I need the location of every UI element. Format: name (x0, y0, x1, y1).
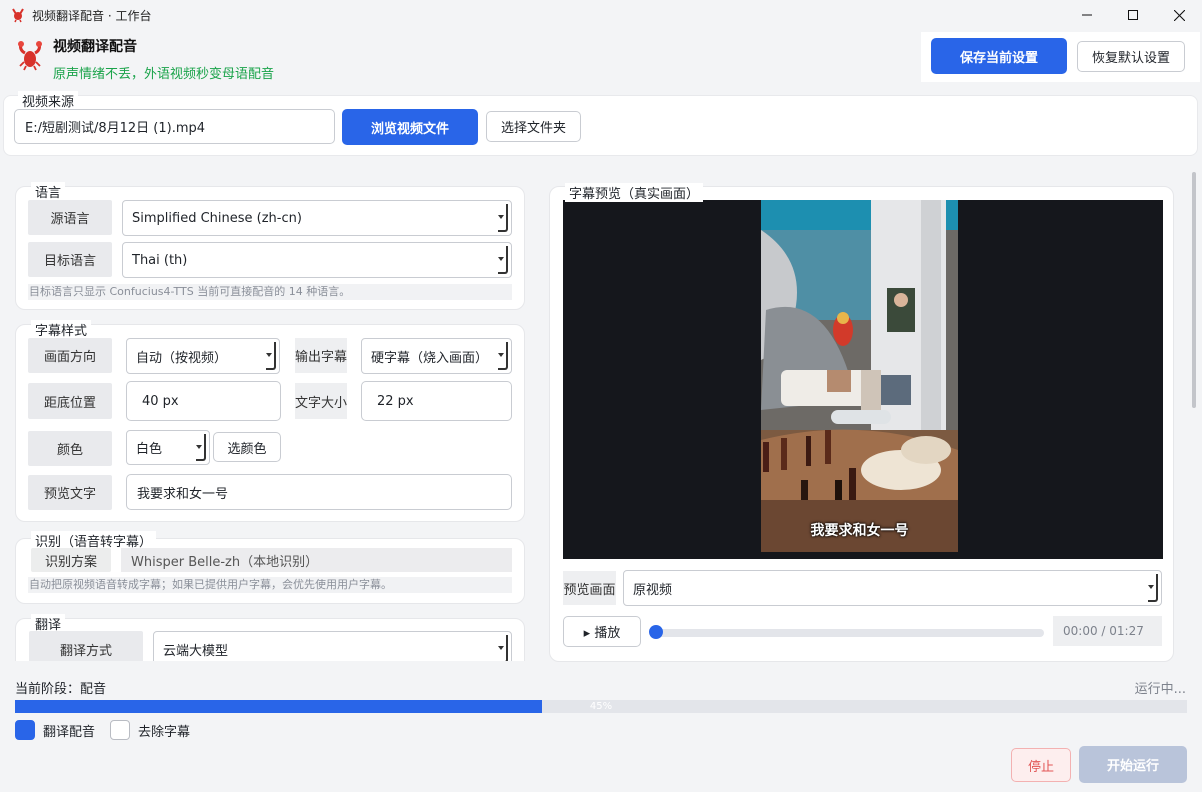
minimize-button[interactable] (1064, 0, 1110, 30)
progress-bar: 45% (15, 700, 1187, 713)
seek-thumb[interactable] (649, 625, 663, 639)
language-hint: 目标语言只显示 Confucius4-TTS 当前可直接配音的 14 种语言。 (28, 284, 512, 300)
output-subtitle-label: 输出字幕 (295, 338, 347, 373)
video-path-input[interactable]: E:/短剧测试/8月12日 (1).mp4 (14, 109, 335, 144)
translation-mode-select[interactable]: 云端大模型 (153, 631, 512, 661)
video-source-card: 视频来源 E:/短剧测试/8月12日 (1).mp4 浏览视频文件 选择文件夹 (3, 91, 1198, 156)
checkbox-unchecked-icon (110, 720, 130, 740)
chevron-down-icon (266, 342, 276, 370)
browse-video-button[interactable]: 浏览视频文件 (342, 109, 478, 145)
checkbox-checked-icon (15, 720, 35, 740)
lobster-app-icon (12, 8, 24, 23)
video-frame-image: 我要求和女一号 (761, 200, 958, 552)
source-language-label: 源语言 (28, 200, 112, 235)
close-icon (1173, 9, 1185, 21)
subtitle-preview-title: 字幕预览（真实画面） (565, 183, 704, 202)
subtitle-overlay-text: 我要求和女一号 (810, 523, 909, 539)
app-header: 视频翻译配音 原声情绪不丢，外语视频秒变母语配音 保存当前设置 恢复默认设置 (0, 30, 1202, 86)
source-language-value: Simplified Chinese (zh-cn) (132, 210, 302, 226)
run-status: 运行中... (1134, 682, 1186, 697)
chevron-down-icon (498, 246, 508, 274)
seek-track[interactable] (652, 629, 1044, 637)
choose-folder-button[interactable]: 选择文件夹 (486, 111, 581, 142)
reset-defaults-button[interactable]: 恢复默认设置 (1077, 41, 1185, 72)
start-run-button[interactable]: 开始运行 (1079, 746, 1187, 783)
dub-checkbox-label: 翻译配音 (43, 724, 96, 740)
subtitle-preview-card: 我要求和女一号 预览画面 原视频 ▸ 播放 00:00 / 01:27 (549, 186, 1174, 662)
output-subtitle-select[interactable]: 硬字幕（烧入画面） (361, 338, 512, 374)
chevron-down-icon (498, 342, 508, 370)
subtitle-style-title: 字幕样式 (31, 320, 92, 339)
current-stage: 当前阶段：配音 (15, 682, 107, 697)
color-select[interactable]: 白色 (126, 430, 210, 465)
vertical-scrollbar[interactable] (1192, 172, 1196, 408)
translation-mode-label: 翻译方式 (29, 631, 143, 661)
stop-button[interactable]: 停止 (1011, 748, 1071, 782)
header-actions: 保存当前设置 恢复默认设置 (921, 32, 1200, 82)
subtitle-style-card: 字幕样式 画面方向 自动（按视频） 输出字幕 硬字幕（烧入画面） 距底位置 40… (15, 320, 525, 522)
target-language-select[interactable]: Thai (th) (122, 242, 512, 278)
close-button[interactable] (1156, 0, 1202, 30)
target-language-value: Thai (th) (132, 252, 188, 268)
preview-screen-select[interactable]: 原视频 (623, 570, 1162, 606)
language-title: 语言 (31, 182, 66, 201)
playback-time: 00:00 / 01:27 (1053, 616, 1162, 646)
save-settings-button[interactable]: 保存当前设置 (931, 38, 1067, 74)
remove-subtitle-checkbox[interactable]: 去除字幕 (110, 720, 190, 740)
video-source-title: 视频来源 (18, 91, 79, 110)
preview-screen-label: 预览画面 (563, 571, 616, 605)
progress-percent: 45% (589, 701, 613, 712)
target-language-label: 目标语言 (28, 242, 112, 277)
minimize-icon (1082, 14, 1092, 16)
window-title: 视频翻译配音 · 工作台 (32, 8, 152, 23)
translation-mode-value: 云端大模型 (163, 643, 229, 659)
chevron-down-icon (498, 635, 508, 661)
orientation-select[interactable]: 自动（按视频） (126, 338, 280, 374)
chevron-down-icon (1148, 574, 1158, 602)
recognition-card: 识别（语音转字幕） 识别方案 Whisper Belle-zh（本地识别） 自动… (15, 531, 525, 604)
recognition-hint: 自动把原视频语音转成字幕；如果已提供用户字幕，会优先使用用户字幕。 (28, 577, 512, 593)
video-preview: 我要求和女一号 (563, 200, 1163, 559)
title-bar: 视频翻译配音 · 工作台 (0, 0, 1202, 30)
font-size-input[interactable]: 22 px (361, 381, 512, 421)
app-slogan: 原声情绪不丢，外语视频秒变母语配音 (53, 67, 275, 82)
settings-panel[interactable]: 语言 源语言 Simplified Chinese (zh-cn) 目标语言 T… (0, 170, 537, 661)
chevron-down-icon (196, 434, 206, 461)
preview-screen-value: 原视频 (633, 582, 673, 598)
play-button[interactable]: ▸ 播放 (563, 616, 641, 647)
bottom-offset-input[interactable]: 40 px (126, 381, 281, 421)
source-language-select[interactable]: Simplified Chinese (zh-cn) (122, 200, 512, 236)
recognition-scheme-label: 识别方案 (31, 548, 111, 572)
preview-text-label: 预览文字 (28, 475, 112, 510)
preview-text-input[interactable]: 我要求和女一号 (126, 474, 512, 510)
dub-checkbox[interactable]: 翻译配音 (15, 720, 95, 740)
recognition-scheme-value: Whisper Belle-zh（本地识别） (121, 548, 512, 572)
color-label: 颜色 (28, 431, 112, 466)
font-size-label: 文字大小 (295, 383, 347, 419)
maximize-icon (1128, 10, 1138, 20)
remove-subtitle-label: 去除字幕 (138, 724, 191, 740)
orientation-value: 自动（按视频） (136, 350, 228, 366)
app-name: 视频翻译配音 (53, 39, 137, 55)
language-card: 语言 源语言 Simplified Chinese (zh-cn) 目标语言 T… (15, 182, 525, 310)
color-value: 白色 (136, 442, 163, 457)
pick-color-button[interactable]: 选颜色 (213, 432, 281, 462)
lobster-logo-icon (18, 41, 42, 71)
orientation-label: 画面方向 (28, 338, 112, 373)
chevron-down-icon (498, 204, 508, 232)
maximize-button[interactable] (1110, 0, 1156, 30)
translation-card: 翻译 翻译方式 云端大模型 (15, 614, 525, 661)
bottom-offset-label: 距底位置 (28, 383, 112, 419)
output-subtitle-value: 硬字幕（烧入画面） (371, 350, 489, 366)
